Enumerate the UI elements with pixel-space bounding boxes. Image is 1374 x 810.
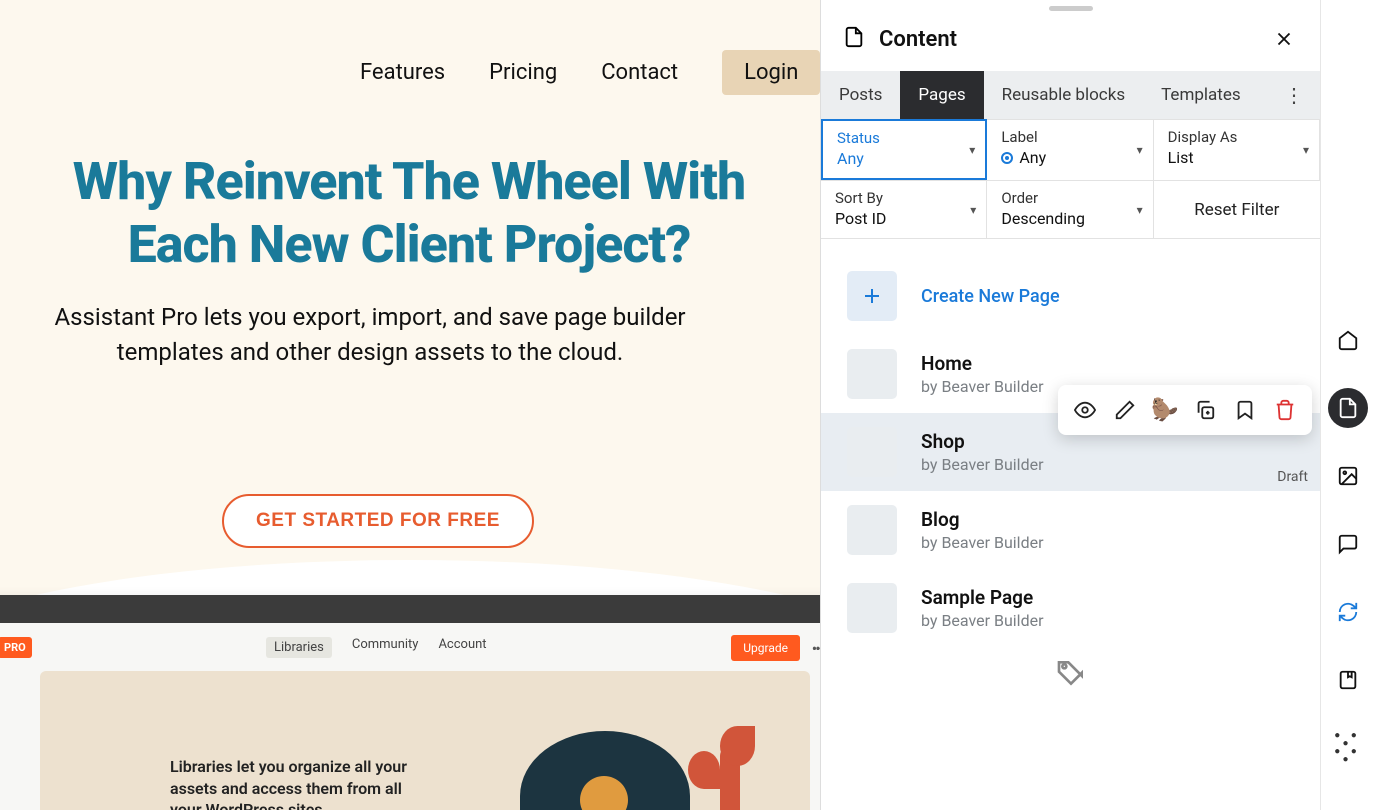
chevron-down-icon: ▾ — [1137, 143, 1143, 157]
tab-reusable-blocks[interactable]: Reusable blocks — [984, 71, 1143, 119]
page-thumbnail — [847, 583, 897, 633]
list-item[interactable]: Blog by Beaver Builder — [821, 491, 1320, 569]
page-author: by Beaver Builder — [921, 377, 1044, 396]
create-new-page-button[interactable]: Create New Page — [821, 257, 1320, 335]
page-author: by Beaver Builder — [921, 611, 1044, 630]
pages-list: Create New Page Home by Beaver Builder 🦫… — [821, 239, 1320, 810]
landing-area: Features Pricing Contact Login Why Reinv… — [0, 0, 820, 810]
filter-sort-label: Sort By — [835, 189, 972, 207]
filter-order-value: Descending — [1001, 209, 1138, 228]
content-tabs: Posts Pages Reusable blocks Templates ⋮ — [821, 71, 1320, 119]
apps-icon[interactable]: ● ● ●● ● ● — [1328, 728, 1368, 768]
library-icon[interactable] — [1328, 660, 1368, 700]
app-rail: ● ● ●● ● ● — [1320, 0, 1374, 810]
home-icon[interactable] — [1328, 320, 1368, 360]
plus-icon — [847, 271, 897, 321]
page-author: by Beaver Builder — [921, 533, 1044, 552]
bookmark-icon[interactable] — [1228, 393, 1262, 427]
inner-dashboard-preview: PRO Libraries Community Account Upgrade … — [0, 595, 820, 810]
filter-label[interactable]: Label Any ▾ — [987, 119, 1153, 180]
comments-icon[interactable] — [1328, 524, 1368, 564]
filters: Status Any ▾ Label Any ▾ Display As List… — [821, 119, 1320, 239]
dash-tab-community[interactable]: Community — [352, 637, 419, 658]
filter-status-value: Any — [837, 149, 971, 168]
dash-more-icon[interactable]: ••• — [812, 639, 820, 658]
tab-pages[interactable]: Pages — [900, 71, 983, 119]
reset-filter-button[interactable]: Reset Filter — [1154, 180, 1320, 238]
filter-status-label: Status — [837, 129, 971, 147]
nav-features[interactable]: Features — [360, 60, 445, 85]
page-author: by Beaver Builder — [921, 455, 1044, 474]
radio-icon — [1001, 152, 1013, 164]
page-thumbnail — [847, 349, 897, 399]
filter-label-value: Any — [1001, 148, 1138, 167]
list-item[interactable]: Sample Page by Beaver Builder — [821, 569, 1320, 647]
get-started-button[interactable]: GET STARTED FOR FREE — [222, 494, 534, 548]
edit-icon[interactable] — [1108, 393, 1142, 427]
page-title: Sample Page — [921, 586, 1044, 609]
status-badge: Draft — [1277, 469, 1308, 485]
page-title: Shop — [921, 430, 1044, 453]
filter-status[interactable]: Status Any ▾ — [821, 119, 987, 180]
illustration — [480, 716, 740, 810]
filter-order-label: Order — [1001, 189, 1138, 207]
page-thumbnail — [847, 505, 897, 555]
beaver-builder-icon[interactable]: 🦫 — [1148, 393, 1182, 427]
filter-label-label: Label — [1001, 128, 1138, 146]
dash-tab-account[interactable]: Account — [438, 637, 486, 658]
upgrade-button[interactable]: Upgrade — [731, 635, 800, 661]
close-icon[interactable] — [1270, 25, 1298, 53]
chevron-down-icon: ▾ — [1303, 143, 1309, 157]
trash-icon[interactable] — [1268, 393, 1302, 427]
chevron-down-icon: ▾ — [1137, 203, 1143, 217]
tag-icon[interactable] — [821, 647, 1320, 709]
filter-display-as[interactable]: Display As List ▾ — [1154, 119, 1320, 180]
filter-display-label: Display As — [1168, 128, 1305, 146]
dashboard-hero-text: Libraries let you organize all your asse… — [170, 756, 430, 810]
top-nav: Features Pricing Contact Login — [360, 50, 820, 95]
dash-tab-libraries[interactable]: Libraries — [266, 637, 332, 658]
duplicate-icon[interactable] — [1188, 393, 1222, 427]
nav-contact[interactable]: Contact — [601, 60, 678, 85]
chevron-down-icon: ▾ — [970, 203, 976, 217]
tabs-more-icon[interactable]: ⋮ — [1268, 83, 1320, 107]
filter-sort-value: Post ID — [835, 209, 972, 228]
create-new-page-label: Create New Page — [921, 286, 1060, 307]
nav-login[interactable]: Login — [722, 50, 820, 95]
filter-display-value: List — [1168, 148, 1305, 167]
panel-title: Content — [879, 27, 957, 52]
list-item[interactable]: 🦫 Shop by Beaver Builder Draft — [821, 413, 1320, 491]
sync-icon[interactable] — [1328, 592, 1368, 632]
dashboard-tabs: Libraries Community Account — [266, 637, 487, 658]
page-thumbnail — [847, 427, 897, 477]
subhead: Assistant Pro lets you export, import, a… — [20, 300, 720, 370]
content-panel: Content Posts Pages Reusable blocks Temp… — [820, 0, 1320, 810]
page-title: Blog — [921, 508, 1044, 531]
row-actions: 🦫 — [1058, 385, 1312, 435]
content-icon[interactable] — [1328, 388, 1368, 428]
page-title: Home — [921, 352, 1044, 375]
page-icon — [843, 26, 865, 52]
headline: Why Reinvent The Wheel With Each New Cli… — [14, 150, 804, 277]
tab-posts[interactable]: Posts — [821, 71, 900, 119]
filter-order[interactable]: Order Descending ▾ — [987, 180, 1153, 238]
view-icon[interactable] — [1068, 393, 1102, 427]
media-icon[interactable] — [1328, 456, 1368, 496]
filter-sort-by[interactable]: Sort By Post ID ▾ — [821, 180, 987, 238]
tab-templates[interactable]: Templates — [1143, 71, 1259, 119]
chevron-down-icon: ▾ — [969, 143, 975, 157]
nav-pricing[interactable]: Pricing — [489, 60, 557, 85]
pro-badge: PRO — [0, 637, 32, 658]
